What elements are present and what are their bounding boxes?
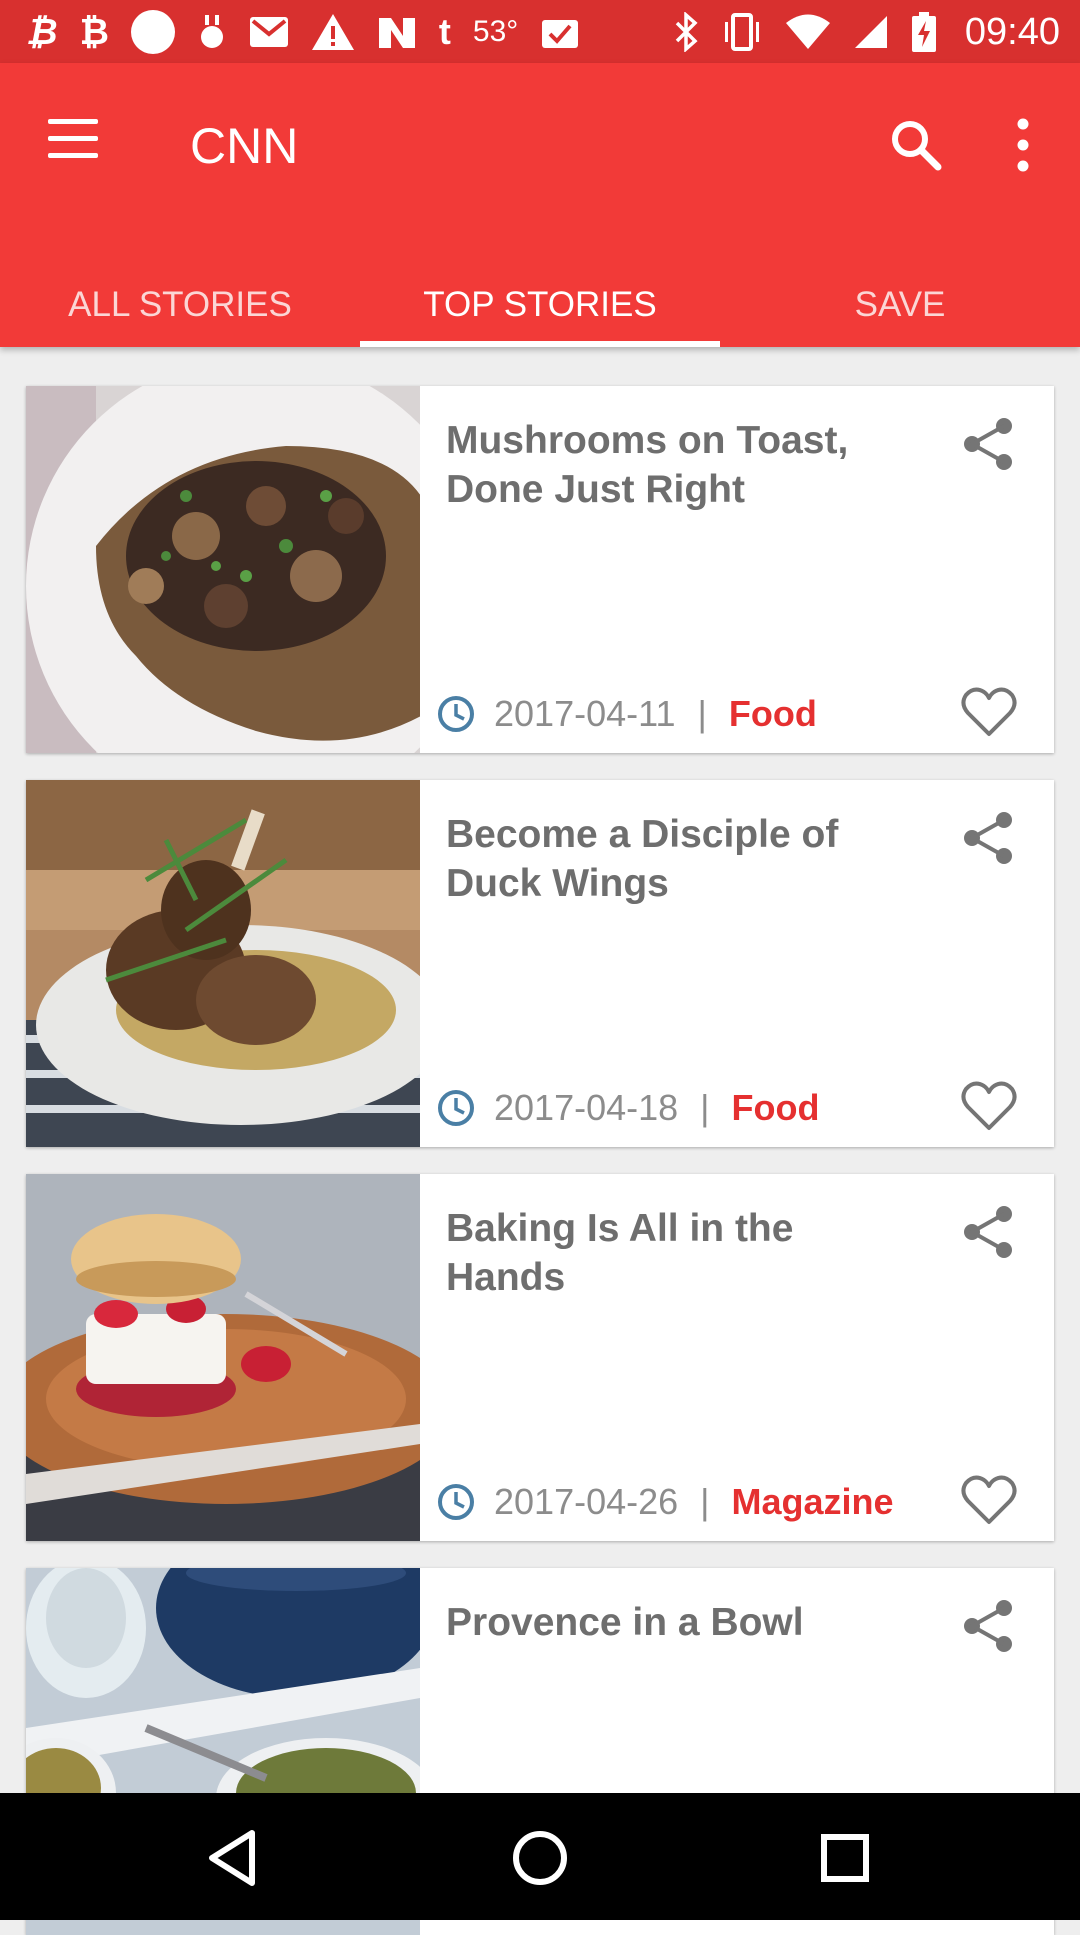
status-bar-notifications: ₿ ₿ t 53°	[26, 8, 580, 56]
story-meta: 2017-04-11 | Food	[436, 686, 817, 742]
tab-indicator	[360, 341, 720, 347]
story-date: 2017-04-11	[494, 693, 676, 734]
story-date: 2017-04-26	[494, 1481, 679, 1522]
story-card[interactable]: Mushrooms on Toast, Done Just Right 2017…	[26, 386, 1054, 753]
app-title: CNN	[190, 118, 299, 174]
story-date: 2017-04-18	[494, 1087, 679, 1128]
recents-icon[interactable]	[810, 1823, 880, 1893]
battery-charging-icon	[911, 12, 936, 52]
search-icon[interactable]	[886, 115, 946, 175]
wifi-icon	[785, 14, 830, 49]
bluetooth-icon	[675, 12, 698, 52]
back-icon[interactable]	[200, 1823, 270, 1893]
story-headline[interactable]: Become a Disciple of Duck Wings	[446, 810, 916, 908]
menu-hamburger-icon[interactable]	[48, 119, 98, 159]
home-icon[interactable]	[505, 1823, 575, 1893]
story-image	[26, 386, 420, 753]
tumblr-icon: t	[438, 11, 451, 52]
vibrate-icon	[724, 13, 759, 51]
clock-icon	[438, 1090, 474, 1126]
share-icon[interactable]	[960, 1204, 1016, 1260]
meta-separator: |	[700, 1087, 710, 1128]
warning-icon	[311, 14, 354, 50]
tab-all-stories[interactable]: ALL STORIES	[0, 263, 360, 347]
tab-top-stories[interactable]: TOP STORIES	[360, 263, 720, 347]
story-headline[interactable]: Provence in a Bowl	[446, 1598, 916, 1647]
gmail-icon	[249, 17, 288, 47]
clock-icon	[438, 696, 474, 732]
story-headline[interactable]: Baking Is All in the Hands	[446, 1204, 916, 1302]
overflow-menu-icon[interactable]	[1000, 115, 1046, 175]
story-meta: 2017-04-18 | Food	[436, 1080, 819, 1136]
story-image	[26, 1174, 420, 1541]
status-bar: ₿ ₿ t 53° 09:40	[0, 0, 1080, 63]
story-headline[interactable]: Mushrooms on Toast, Done Just Right	[446, 416, 916, 514]
clock-time: 09:40	[964, 10, 1060, 53]
story-category[interactable]: Magazine	[732, 1481, 894, 1523]
task-icon	[542, 20, 579, 48]
clock-icon	[438, 1484, 474, 1520]
status-bar-system: 09:40	[673, 8, 1060, 56]
app-bar: CNN ALL STORIES TOP STORIES SAVE	[0, 63, 1080, 347]
signal-icon	[854, 16, 887, 48]
story-card[interactable]: Become a Disciple of Duck Wings 2017-04-…	[26, 780, 1054, 1147]
system-nav-bar	[0, 1793, 1080, 1920]
bitcoin-icon: ₿	[26, 11, 58, 52]
heart-icon[interactable]	[960, 1472, 1018, 1528]
meta-separator: |	[697, 693, 707, 734]
story-image	[26, 780, 420, 1147]
circle-icon	[130, 10, 175, 54]
bitcoin-icon: ₿	[79, 11, 109, 52]
heart-icon[interactable]	[960, 1078, 1018, 1134]
notification-icon	[200, 15, 223, 48]
share-icon[interactable]	[960, 1598, 1016, 1654]
story-category[interactable]: Food	[729, 693, 817, 735]
meta-separator: |	[700, 1481, 710, 1522]
share-icon[interactable]	[960, 810, 1016, 866]
story-card[interactable]: Baking Is All in the Hands 2017-04-26 | …	[26, 1174, 1054, 1541]
temperature-text: 53°	[472, 15, 519, 48]
heart-icon[interactable]	[960, 684, 1018, 740]
story-meta: 2017-04-26 | Magazine	[436, 1474, 894, 1530]
tab-save[interactable]: SAVE	[720, 263, 1080, 347]
story-category[interactable]: Food	[732, 1087, 820, 1129]
news-icon	[378, 18, 415, 48]
share-icon[interactable]	[960, 416, 1016, 472]
